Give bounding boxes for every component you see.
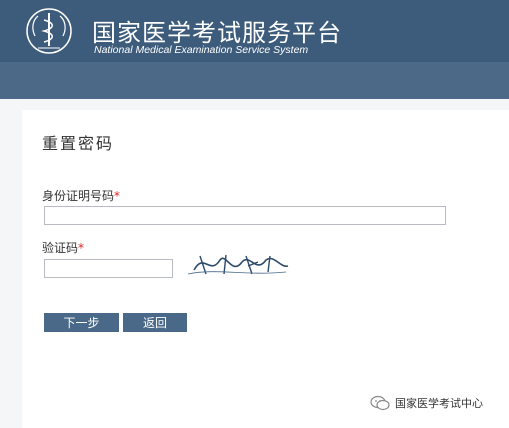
next-step-button[interactable]: 下一步: [44, 313, 119, 332]
required-mark: *: [78, 241, 85, 255]
watermark-text: 国家医学考试中心: [395, 397, 483, 410]
watermark: 国家医学考试中心: [370, 395, 483, 411]
captcha-label: 验证码*: [42, 241, 85, 255]
site-subtitle: National Medical Examination Service Sys…: [94, 44, 309, 56]
required-mark: *: [114, 189, 121, 203]
medical-emblem-icon: [26, 8, 72, 54]
back-button[interactable]: 返回: [123, 313, 187, 332]
page-title: 重置密码: [42, 134, 115, 153]
site-header: 国家医学考试服务平台 National Medical Examination …: [0, 0, 509, 62]
site-title: 国家医学考试服务平台: [92, 19, 342, 47]
id-number-label: 身份证明号码*: [42, 189, 121, 203]
wechat-icon: [370, 395, 390, 411]
id-number-input[interactable]: [44, 206, 446, 225]
captcha-image[interactable]: [186, 250, 290, 278]
captcha-input[interactable]: [44, 259, 173, 278]
nav-bar: [0, 62, 509, 99]
